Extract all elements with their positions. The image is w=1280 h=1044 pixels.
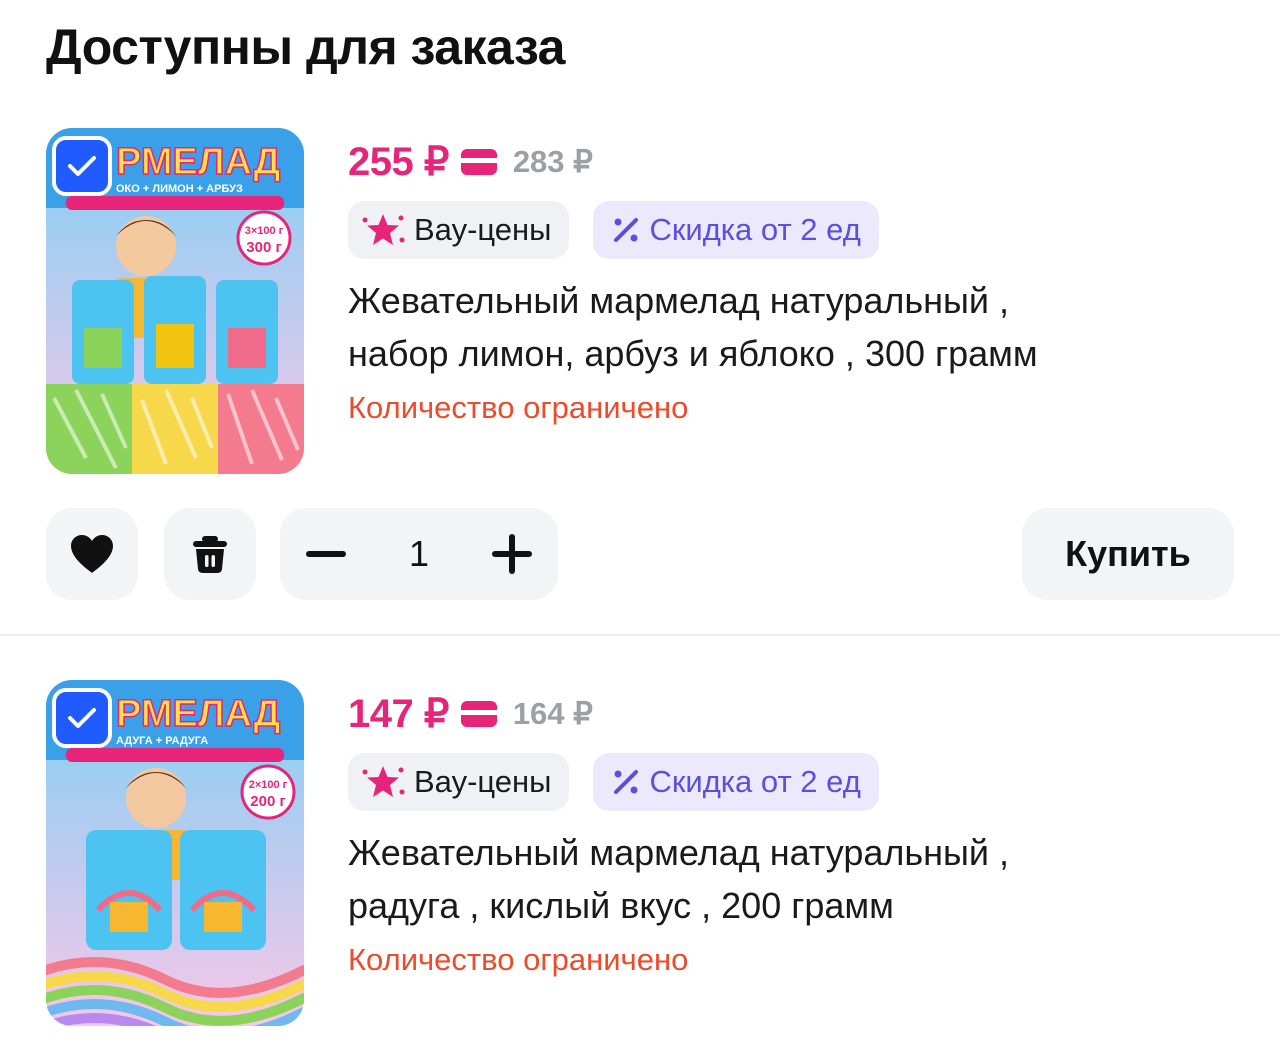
item-actions: 1 Купить [0,508,1280,600]
percent-icon [614,770,639,794]
quantity-value: 1 [408,533,430,574]
badge-wow-label: Вау-цены [414,212,552,247]
wow-star-icon [362,766,405,797]
price-row: 147 ₽ 164 ₽ [348,688,593,740]
card-icon [460,701,497,727]
minus-icon [306,551,346,557]
product-title-line: радуга , кислый вкус , 200 грамм [348,885,894,926]
badge-wow-label: Вау-цены [414,764,552,799]
thumb-pack: 2×100 г [249,779,288,791]
decrease-button[interactable] [280,508,372,600]
stock-limited-label: Количество ограничено [348,390,689,425]
thumb-weight: 300 г [246,239,281,256]
select-checkbox[interactable] [52,688,112,748]
badges: Вау-цены Скидка от 2 ед [348,201,879,259]
thumb-pack: 3×100 г [245,225,284,237]
badge-discount[interactable]: Скидка от 2 ед [593,201,879,259]
delete-button[interactable] [164,508,256,600]
badges: Вау-цены Скидка от 2 ед [348,753,879,811]
select-checkbox[interactable] [52,136,112,196]
percent-icon [614,218,639,242]
favorite-button[interactable] [46,508,138,600]
stock-limited-label: Количество ограничено [348,942,689,977]
product-title-line: Жевательный мармелад натуральный , [348,280,1009,321]
checkbox-checked-icon [68,156,96,176]
thumb-weight: 200 г [250,793,285,810]
plus-icon [492,534,532,574]
old-price: 283 ₽ [512,144,593,179]
product-title-line: набор лимон, арбуз и яблоко , 300 грамм [348,333,1038,374]
price: 147 ₽ [348,692,449,736]
thumb-flavors: АДУГА + РАДУГА [116,735,208,747]
product-title-line: Жевательный мармелад натуральный , [348,832,1009,873]
badge-wow-prices[interactable]: Вау-цены [348,753,570,811]
increase-button[interactable] [466,508,558,600]
badge-discount[interactable]: Скидка от 2 ед [593,753,879,811]
card-icon [460,149,497,175]
old-price: 164 ₽ [512,696,593,731]
wow-star-icon [362,214,405,245]
trash-icon [193,536,227,573]
thumb-flavors: ОКО + ЛИМОН + АРБУЗ [116,183,243,195]
section-title: Доступны для заказа [46,19,565,75]
heart-icon [71,535,113,573]
cart-page: Доступны для заказа РМЕЛАД ОКО + ЛИМОН +… [0,0,1280,1044]
badge-discount-label: Скидка от 2 ед [649,764,861,799]
checkbox-checked-icon [68,708,96,728]
divider [0,634,1280,636]
badge-wow-prices[interactable]: Вау-цены [348,201,570,259]
quantity-stepper: 1 [280,508,558,600]
buy-button[interactable]: Купить [1022,508,1234,600]
badge-discount-label: Скидка от 2 ед [649,212,861,247]
product-title[interactable]: Жевательный мармелад натуральный , набор… [348,274,1208,380]
thumb-logo: РМЕЛАД [116,141,280,183]
price-row: 255 ₽ 283 ₽ [348,136,593,188]
price: 255 ₽ [348,140,449,184]
thumb-logo: РМЕЛАД [116,693,280,735]
product-title[interactable]: Жевательный мармелад натуральный , радуг… [348,826,1208,932]
